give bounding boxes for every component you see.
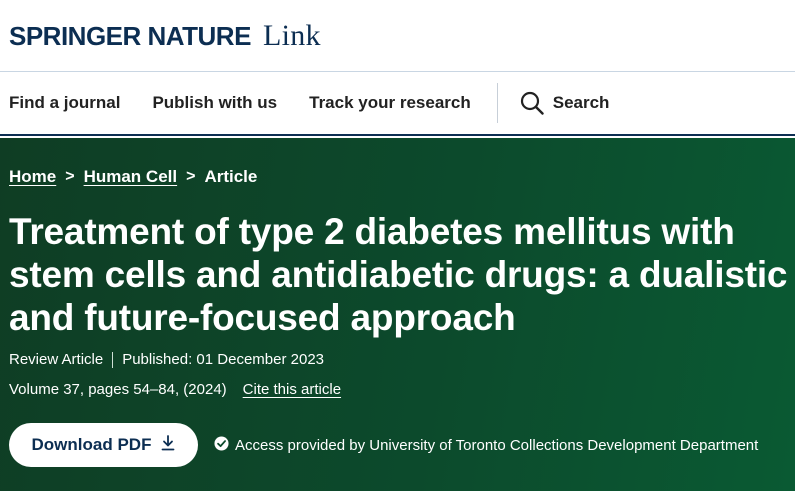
download-label: Download PDF xyxy=(31,435,152,454)
check-circle-icon xyxy=(214,435,229,455)
search-button[interactable]: Search xyxy=(520,91,610,115)
breadcrumb-journal[interactable]: Human Cell xyxy=(84,167,178,187)
breadcrumb-current: Article xyxy=(204,167,258,186)
article-meta: Review Article Published: 01 December 20… xyxy=(9,351,324,368)
access-text: Access provided by University of Toronto… xyxy=(235,436,759,454)
main-nav: Find a journal Publish with us Track you… xyxy=(0,72,795,136)
search-icon xyxy=(520,91,544,115)
brand-secondary: Link xyxy=(262,18,321,52)
cite-article-link[interactable]: Cite this article xyxy=(243,381,341,398)
breadcrumb-separator: > xyxy=(186,168,196,185)
article-hero: Home > Human Cell > Article Treatment of… xyxy=(0,138,795,491)
nav-find-journal[interactable]: Find a journal xyxy=(9,93,120,113)
article-citation-row: Volume 37, pages 54–84, (2024) Cite this… xyxy=(9,381,341,398)
nav-publish[interactable]: Publish with us xyxy=(152,93,277,113)
site-header: SPRINGER NATURE Link xyxy=(0,0,795,72)
breadcrumb: Home > Human Cell > Article xyxy=(9,167,257,187)
breadcrumb-home[interactable]: Home xyxy=(9,167,56,187)
article-actions: Download PDF Access provided by Universi… xyxy=(9,423,758,467)
meta-divider xyxy=(112,351,114,368)
download-icon xyxy=(161,434,175,456)
search-label: Search xyxy=(552,93,610,112)
access-notice: Access provided by University of Toronto… xyxy=(214,435,759,455)
published-date: Published: 01 December 2023 xyxy=(122,351,324,368)
breadcrumb-separator: > xyxy=(65,168,75,185)
article-title: Treatment of type 2 diabetes mellitus wi… xyxy=(9,211,788,338)
brand-logo[interactable]: SPRINGER NATURE Link xyxy=(9,19,321,53)
volume-info: Volume 37, pages 54–84, (2024) xyxy=(9,381,227,398)
nav-track-research[interactable]: Track your research xyxy=(309,93,471,113)
download-pdf-button[interactable]: Download PDF xyxy=(9,423,198,467)
nav-divider xyxy=(496,83,498,123)
brand-primary: SPRINGER NATURE xyxy=(9,20,251,51)
article-type: Review Article xyxy=(9,351,104,368)
